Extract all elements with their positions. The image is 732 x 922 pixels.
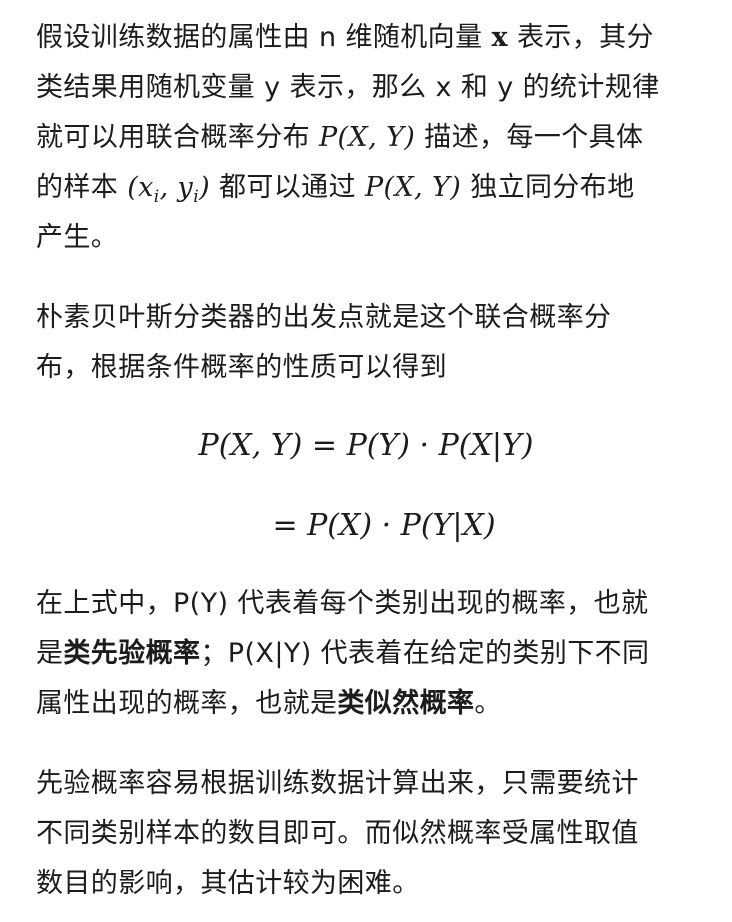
math-joint-prob: P(X, Y) <box>364 172 462 203</box>
para1-line3: 就可以用联合概率分布 P(X, Y) 描述，每一个具体 <box>36 118 643 158</box>
equation-line2: = P(X) · P(Y|X) <box>0 504 732 548</box>
text: 在上式中，P(Y) 代表着每个类别出现的概率，也就 <box>36 588 649 619</box>
bold-term-likelihood: 类似然概率 <box>337 688 475 719</box>
text: 就可以用联合概率分布 <box>36 122 319 153</box>
text: 的样本 <box>36 172 128 203</box>
math-part: (x <box>127 172 154 203</box>
para1-line4: 的样本 (xi, yi) 都可以通过 P(X, Y) 独立同分布地 <box>36 168 635 208</box>
para4-line3: 数目的影响，其估计较为困难。 <box>36 864 420 904</box>
math-part: , y <box>159 172 194 203</box>
text: 属性出现的概率，也就是 <box>36 688 338 719</box>
text: 先验概率容易根据训练数据计算出来，只需要统计 <box>36 768 639 799</box>
para1-line1: 假设训练数据的属性由 n 维随机向量 x 表示，其分 <box>36 18 654 58</box>
para3-line2: 是类先验概率；P(X|Y) 代表着在给定的类别下不同 <box>36 634 649 674</box>
text: 朴素贝叶斯分类器的出发点就是这个联合概率分 <box>36 302 612 333</box>
vector-x: x <box>491 22 508 53</box>
text: 不同类别样本的数目即可。而似然概率受属性取值 <box>36 818 639 849</box>
para1-line2: 类结果用随机变量 y 表示，那么 x 和 y 的统计规律 <box>36 68 660 108</box>
equation-text: = P(X) · P(Y|X) <box>272 508 496 543</box>
equation-line1: P(X, Y) = P(Y) · P(X|Y) <box>0 424 732 468</box>
bold-term-prior: 类先验概率 <box>63 638 201 669</box>
para4-line2: 不同类别样本的数目即可。而似然概率受属性取值 <box>36 814 639 854</box>
text: 是 <box>36 638 64 669</box>
para2-line2: 布，根据条件概率的性质可以得到 <box>36 348 447 388</box>
text: 表示，其分 <box>507 22 654 53</box>
text: 。 <box>474 688 502 719</box>
text: 独立同分布地 <box>461 172 635 203</box>
article-page: 假设训练数据的属性由 n 维随机向量 x 表示，其分 类结果用随机变量 y 表示… <box>0 0 732 922</box>
text: 数目的影响，其估计较为困难。 <box>36 868 420 899</box>
para3-line3: 属性出现的概率，也就是类似然概率。 <box>36 684 502 724</box>
text: 都可以通过 <box>210 172 365 203</box>
text: ；P(X|Y) 代表着在给定的类别下不同 <box>200 638 650 669</box>
text: 产生。 <box>36 222 119 253</box>
equation-text: P(X, Y) = P(Y) · P(X|Y) <box>198 428 534 463</box>
para2-line1: 朴素贝叶斯分类器的出发点就是这个联合概率分 <box>36 298 611 338</box>
math-sample: (xi, yi) <box>127 172 210 207</box>
math-joint-prob: P(X, Y) <box>318 122 416 153</box>
text: 假设训练数据的属性由 n 维随机向量 <box>36 22 492 53</box>
text: 布，根据条件概率的性质可以得到 <box>36 352 447 383</box>
text: 描述，每一个具体 <box>415 122 644 153</box>
para3-line1: 在上式中，P(Y) 代表着每个类别出现的概率，也就 <box>36 584 648 624</box>
text: 类结果用随机变量 y 表示，那么 x 和 y 的统计规律 <box>36 72 660 103</box>
para4-line1: 先验概率容易根据训练数据计算出来，只需要统计 <box>36 764 639 804</box>
para1-line5: 产生。 <box>36 218 118 258</box>
math-part: ) <box>199 172 210 203</box>
